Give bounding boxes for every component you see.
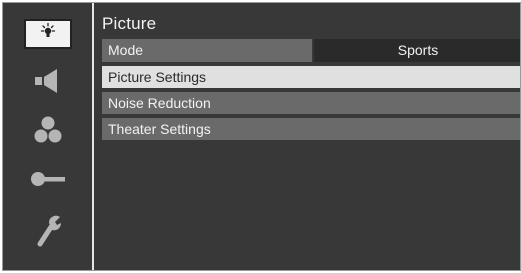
category-sidebar [3, 3, 93, 270]
menu-panel: Picture Mode Sports Picture Settings Noi… [102, 3, 520, 270]
audio-speaker-icon [31, 68, 65, 99]
menu-item-noise-reduction[interactable]: Noise Reduction [102, 92, 520, 114]
selection-box [23, 19, 72, 49]
mode-label: Mode [102, 39, 312, 62]
sidebar-item-picture[interactable] [3, 11, 92, 57]
menu-item-picture-settings[interactable]: Picture Settings [102, 66, 520, 88]
menu-title: Picture [102, 14, 157, 33]
mode-row[interactable]: Mode Sports [102, 39, 520, 62]
tv-menu-screen: Picture Mode Sports Picture Settings Noi… [2, 2, 521, 271]
sidebar-item-audio[interactable] [3, 60, 92, 106]
sidebar-item-setup[interactable] [3, 209, 92, 255]
lock-key-icon [28, 168, 68, 195]
channels-circles-icon [31, 115, 65, 150]
setup-wrench-icon [33, 213, 63, 252]
menu-item-theater-settings[interactable]: Theater Settings [102, 118, 520, 140]
mode-value[interactable]: Sports [314, 39, 520, 62]
sidebar-item-channels[interactable] [3, 109, 92, 155]
sidebar-item-lock[interactable] [3, 158, 92, 204]
picture-icon [38, 22, 58, 47]
sidebar-divider [92, 3, 94, 270]
